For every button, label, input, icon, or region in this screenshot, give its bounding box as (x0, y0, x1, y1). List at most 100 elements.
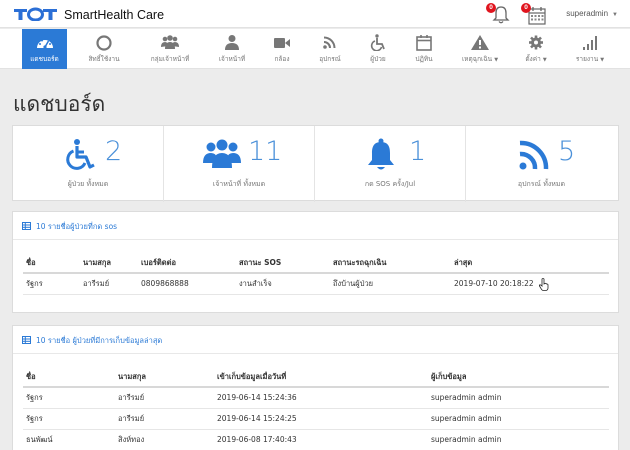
column-header[interactable]: ผู้เก็บข้อมูล (428, 368, 609, 388)
stat-devices[interactable]: 5 อุปกรณ์ ทั้งหมด (466, 126, 617, 202)
column-header[interactable]: นามสกุล (80, 254, 138, 274)
calendar-icon (416, 35, 432, 51)
page-title: แดชบอร์ด (13, 92, 106, 116)
nav-calendar[interactable]: ปฏิทิน (402, 29, 446, 69)
cell-sos-status: งานสำเร็จ (236, 273, 330, 295)
signal-bars-icon (583, 36, 597, 50)
calendar-button[interactable]: 0 (521, 3, 546, 25)
stat-staff[interactable]: 11 เจ้าหน้าที่ ทั้งหมด (164, 126, 315, 202)
nav-camera[interactable]: กล้อง (260, 29, 304, 69)
tot-logo[interactable] (13, 7, 58, 21)
stat-value: 2 (105, 136, 123, 167)
cell-ambulance-status: ถึงบ้านผู้ป่วย (330, 273, 451, 295)
nav-label: รายงาน ▼ (575, 55, 605, 63)
nav-staff-groups[interactable]: กลุ่มเจ้าหน้าที่ (140, 29, 200, 69)
stat-value: 5 (558, 136, 576, 167)
cell-date: 2019-06-08 17:40:43 (214, 429, 428, 450)
panel-title: 10 รายชื่อผู้ป่วยที่กด sos (36, 222, 118, 231)
warning-icon (471, 35, 489, 50)
chevron-down-icon: ▼ (600, 57, 605, 63)
stat-label: กด SOS ครั้ง/Jul (364, 180, 416, 188)
panel-header: 10 รายชื่อ ผู้ป่วยที่มีการเก็บข้อมูลล่าส… (13, 326, 618, 354)
top-bar: SmartHealth Care 0 0 superadmin ▼ (0, 0, 630, 28)
table-row[interactable]: รัฐกร อารีรมย์ 2019-06-14 15:24:25 super… (23, 408, 609, 430)
cell-latest: 2019-07-10 20:18:22 (451, 273, 609, 295)
cell-phone: 0809868888 (138, 273, 236, 295)
cell-last-name: สิงห์ทอง (115, 429, 214, 450)
cell-date: 2019-06-14 15:24:36 (214, 387, 428, 409)
column-header[interactable]: นามสกุล (115, 368, 214, 388)
column-header[interactable]: สถานะ SOS (236, 254, 330, 274)
column-header[interactable]: เบอร์ติดต่อ (138, 254, 236, 274)
hand-cursor-icon (539, 278, 549, 291)
nav-dashboard[interactable]: แดชบอร์ด (22, 29, 67, 69)
stat-patients[interactable]: 2 ผู้ป่วย ทั้งหมด (13, 126, 164, 202)
nav-devices[interactable]: อุปกรณ์ (308, 29, 352, 69)
nav-label: อุปกรณ์ (319, 55, 341, 63)
nav-label: สิทธิ์ใช้งาน (88, 55, 120, 63)
nav-label: เหตุฉุกเฉิน ▼ (461, 55, 499, 63)
cell-last-name: อารีรมย์ (115, 387, 214, 409)
cell-date: 2019-06-14 15:24:25 (214, 408, 428, 430)
nav-label: ผู้ป่วย (370, 55, 386, 63)
cell-last-name: อารีรมย์ (80, 273, 138, 295)
wheelchair-icon (370, 34, 385, 51)
nav-patients[interactable]: ผู้ป่วย (356, 29, 400, 69)
gear-icon (529, 35, 543, 50)
video-camera-icon (274, 38, 290, 48)
nav-label: ตั้งค่า ▼ (525, 55, 547, 63)
records-panel: 10 รายชื่อ ผู้ป่วยที่มีการเก็บข้อมูลล่าส… (12, 325, 619, 450)
table-icon (22, 336, 31, 344)
cell-first-name: รัฐกร (23, 387, 115, 409)
column-header[interactable]: ชื่อ (23, 254, 80, 274)
column-header[interactable]: ล่าสุด (451, 254, 609, 274)
stat-value: 11 (248, 136, 283, 167)
column-header[interactable]: สถานะรถฉุกเฉิน (330, 254, 451, 274)
cell-collector: superadmin admin (428, 429, 609, 450)
chevron-down-icon: ▼ (494, 57, 499, 63)
bell-icon (368, 138, 394, 170)
main-nav: แดชบอร์ด สิทธิ์ใช้งาน กลุ่มเจ้าหน้าที่ เ… (0, 29, 630, 69)
nav-settings[interactable]: ตั้งค่า ▼ (512, 29, 560, 69)
nav-label: กล้อง (274, 55, 290, 63)
calendar-count-badge: 0 (521, 3, 531, 13)
circle-icon (96, 35, 112, 51)
cell-collector: superadmin admin (428, 387, 609, 409)
sos-panel: 10 รายชื่อผู้ป่วยที่กด sos ชื่อ นามสกุล … (12, 211, 619, 313)
notifications-button[interactable]: 0 (486, 3, 510, 25)
user-menu[interactable]: superadmin ▼ (566, 9, 618, 18)
users-icon (161, 35, 179, 49)
wheelchair-icon (66, 139, 95, 170)
user-name: superadmin (566, 9, 609, 18)
nav-staff[interactable]: เจ้าหน้าที่ (210, 29, 254, 69)
column-header[interactable]: ชื่อ (23, 368, 115, 388)
table-header-row: ชื่อ นามสกุล เบอร์ติดต่อ สถานะ SOS สถานะ… (23, 254, 609, 274)
nav-label: แดชบอร์ด (30, 55, 59, 63)
nav-permissions[interactable]: สิทธิ์ใช้งาน (82, 29, 126, 69)
column-header[interactable]: เข้าเก็บข้อมูลเมื่อวันที่ (214, 368, 428, 388)
dashboard-icon (36, 38, 53, 49)
chevron-down-icon: ▼ (612, 12, 618, 18)
table-row[interactable]: รัฐกร อารีรมย์ 2019-06-14 15:24:36 super… (23, 387, 609, 409)
table-row[interactable]: ธนพัฒน์ สิงห์ทอง 2019-06-08 17:40:43 sup… (23, 429, 609, 450)
stat-label: อุปกรณ์ ทั้งหมด (517, 180, 566, 188)
stat-label: เจ้าหน้าที่ ทั้งหมด (212, 180, 266, 188)
sos-table: ชื่อ นามสกุล เบอร์ติดต่อ สถานะ SOS สถานะ… (23, 254, 609, 295)
chevron-down-icon: ▼ (542, 57, 547, 63)
brand-name: SmartHealth Care (64, 8, 165, 22)
stat-label: ผู้ป่วย ทั้งหมด (67, 180, 109, 188)
nav-label: เจ้าหน้าที่ (218, 55, 246, 63)
cell-first-name: รัฐกร (23, 408, 115, 430)
nav-reports[interactable]: รายงาน ▼ (564, 29, 616, 69)
table-row[interactable]: รัฐกร อารีรมย์ 0809868888 งานสำเร็จ ถึงบ… (23, 273, 609, 295)
nav-emergency[interactable]: เหตุฉุกเฉิน ▼ (452, 29, 508, 69)
table-header-row: ชื่อ นามสกุล เข้าเก็บข้อมูลเมื่อวันที่ ผ… (23, 368, 609, 388)
stat-sos[interactable]: 1 กด SOS ครั้ง/Jul (315, 126, 466, 202)
rss-icon (323, 36, 336, 49)
nav-label: ปฏิทิน (415, 55, 433, 63)
table-icon (22, 222, 31, 230)
notification-count-badge: 0 (486, 3, 496, 13)
stats-panel: 2 ผู้ป่วย ทั้งหมด 11 เจ้าหน้าที่ ทั้งหมด… (12, 125, 619, 202)
user-icon (225, 35, 239, 50)
stat-value: 1 (409, 136, 427, 167)
